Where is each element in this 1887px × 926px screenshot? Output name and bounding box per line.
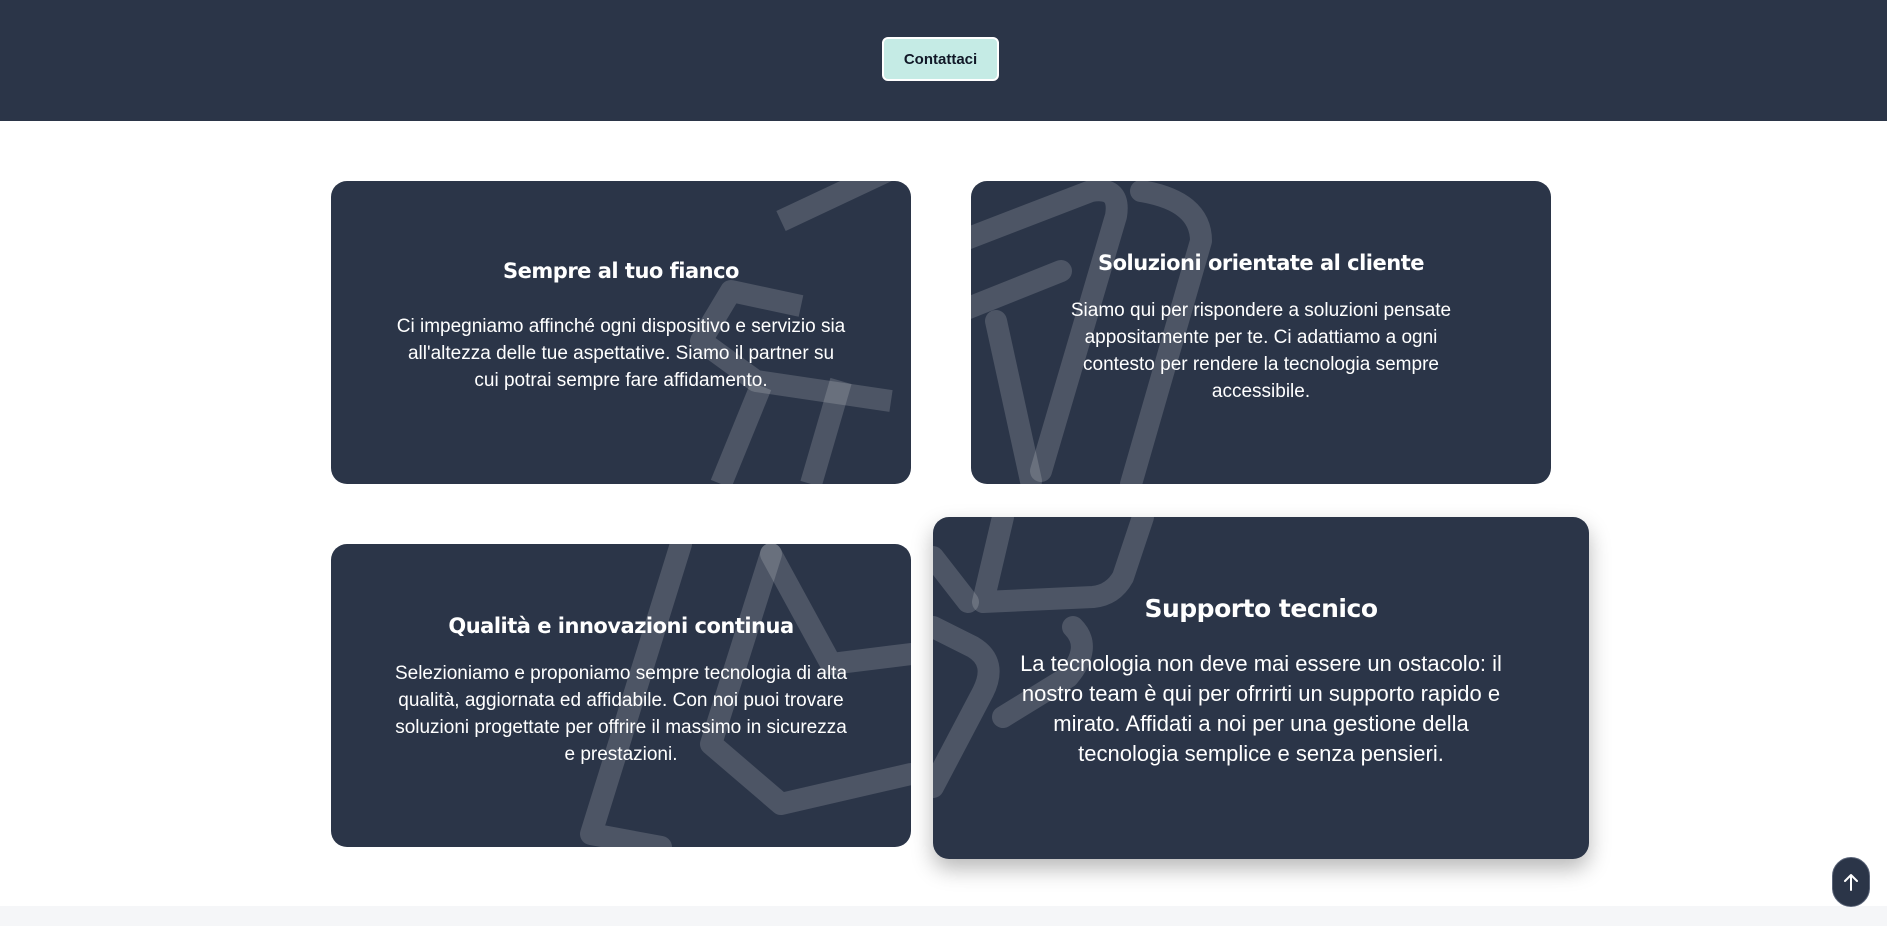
top-header: Contattaci (0, 0, 1887, 121)
card-text: La tecnologia non deve mai essere un ost… (1020, 650, 1502, 766)
card-text: Selezioniamo e proponiamo sempre tecnolo… (394, 662, 848, 765)
feature-card-customer-oriented-solutions: Soluzioni orientate al cliente Siamo qui… (971, 181, 1551, 484)
scroll-to-top-button[interactable] (1832, 857, 1870, 907)
footer-strip (0, 906, 1887, 926)
feature-card-always-by-your-side: Sempre al tuo fianco Ci impegniamo affin… (331, 181, 911, 484)
card-title: Soluzioni orientate al cliente (1098, 250, 1424, 275)
card-title: Qualità e innovazioni continua (448, 613, 794, 638)
feature-card-quality-innovation: Qualità e innovazioni continua Selezioni… (331, 544, 911, 847)
contact-button[interactable]: Contattaci (882, 37, 999, 81)
card-text: Siamo qui per rispondere a soluzioni pen… (1070, 299, 1452, 402)
card-title: Supporto tecnico (1144, 593, 1378, 623)
arrow-up-icon (1844, 874, 1858, 891)
card-title: Sempre al tuo fianco (503, 259, 739, 283)
card-text: Ci impegniamo affinché ogni dispositivo … (396, 316, 846, 391)
feature-card-technical-support: Supporto tecnico La tecnologia non deve … (933, 517, 1589, 859)
